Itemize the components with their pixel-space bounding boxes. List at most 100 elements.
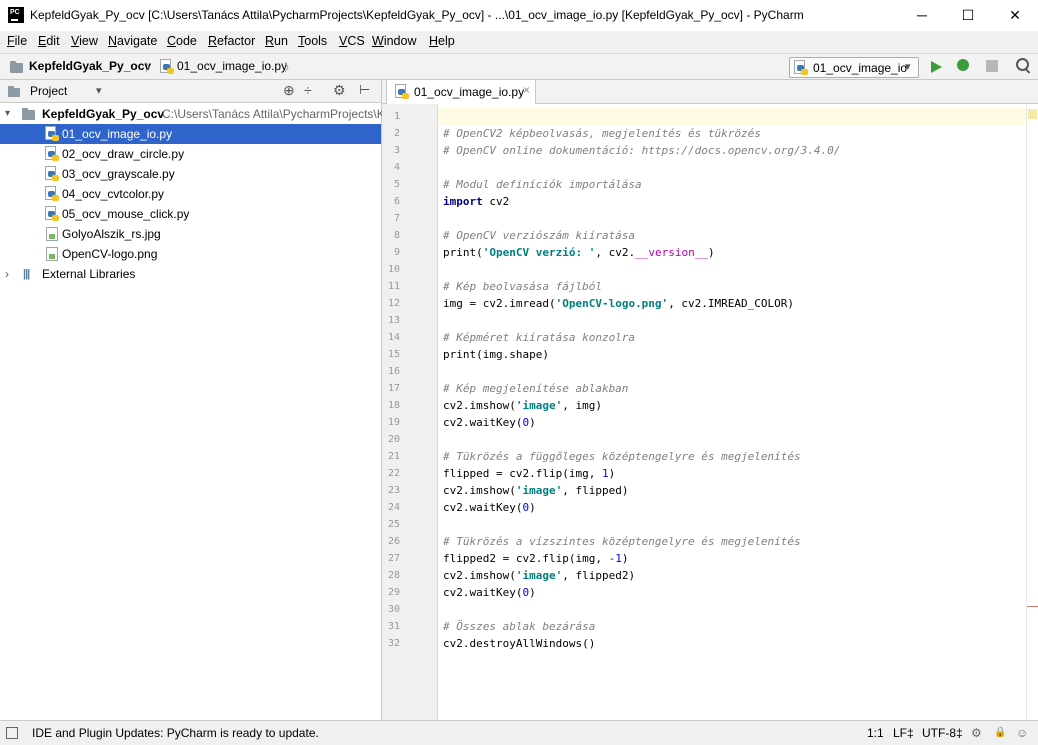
tree-item-file[interactable]: 05_ocv_mouse_click.py bbox=[0, 204, 381, 224]
code-line[interactable]: cv2.waitKey(0) bbox=[443, 414, 536, 431]
code-token: ) bbox=[621, 552, 629, 565]
line-number-gutter: 1 2 3 4 5 6 7 8 9 10 11 12 13 14 15 16 17 18 19 20 21 22 23 24 2… bbox=[382, 104, 438, 720]
line-number: 20 bbox=[387, 434, 400, 445]
code-token: 'image' bbox=[515, 399, 563, 412]
code-token: flipped2 = cv2.flip(img, bbox=[443, 552, 609, 565]
expand-arrow-icon[interactable]: › bbox=[5, 264, 9, 284]
line-number: 12 bbox=[387, 298, 400, 309]
code-line[interactable]: img = cv2.imread('OpenCV-logo.png', cv2.… bbox=[443, 295, 794, 312]
settings-icon[interactable]: ⚙ bbox=[971, 726, 982, 740]
menu-tools[interactable]: Tools bbox=[298, 34, 327, 48]
code-line[interactable]: cv2.imshow('image', img) bbox=[443, 397, 602, 414]
menu-edit[interactable]: Edit bbox=[38, 34, 60, 48]
run-configuration-select[interactable]: 01_ocv_image_io ▾ bbox=[789, 57, 919, 78]
code-token: cv2.imshow( bbox=[443, 484, 516, 497]
analysis-status-icon[interactable] bbox=[1028, 109, 1037, 119]
code-line[interactable]: print('OpenCV verzió: ', cv2.__version__… bbox=[443, 244, 715, 261]
code-line[interactable]: # OpenCV online dokumentáció: https://do… bbox=[443, 142, 840, 159]
code-line[interactable]: # Kép beolvasása fájlból bbox=[443, 278, 602, 295]
tree-item-file[interactable]: 01_ocv_image_io.py bbox=[0, 124, 381, 144]
menu-window[interactable]: Window bbox=[372, 34, 416, 48]
code-token: # Modul definíciók importálása bbox=[443, 178, 642, 191]
debug-icon[interactable] bbox=[957, 59, 969, 71]
line-number: 28 bbox=[387, 570, 400, 581]
tree-item-external-libraries[interactable]: › ||| External Libraries bbox=[0, 264, 381, 284]
code-line[interactable]: # Modul definíciók importálása bbox=[443, 176, 642, 193]
file-name: 05_ocv_mouse_click.py bbox=[62, 207, 190, 221]
code-line[interactable]: # OpenCV verziószám kiíratása bbox=[443, 227, 635, 244]
code-token: # Összes ablak bezárása bbox=[443, 620, 596, 633]
project-panel-header: Project ▾ ⊕ ÷ ⚙ ⊢ bbox=[0, 80, 381, 103]
line-number: 6 bbox=[393, 196, 400, 207]
library-icon: ||| bbox=[23, 268, 30, 280]
tool-windows-icon[interactable] bbox=[6, 727, 18, 739]
expand-arrow-icon[interactable]: ▾ bbox=[5, 104, 10, 124]
collapse-all-icon[interactable]: ÷ bbox=[304, 82, 312, 98]
code-line[interactable]: # OpenCV2 képbeolvasás, megjelenítés és … bbox=[443, 125, 761, 142]
tab-01-ocv-image-io[interactable]: 01_ocv_image_io.py × bbox=[386, 80, 536, 104]
line-number: 15 bbox=[387, 349, 400, 360]
code-line[interactable]: cv2.imshow('image', flipped2) bbox=[443, 567, 635, 584]
project-panel-title[interactable]: Project bbox=[30, 84, 67, 98]
menu-view-mnemonic: V bbox=[71, 34, 80, 48]
menu-run[interactable]: Run bbox=[265, 34, 288, 48]
code-line[interactable]: flipped = cv2.flip(img, 1) bbox=[443, 465, 615, 482]
title-bar: PC KepfeldGyak_Py_ocv [C:\Users\Tanács A… bbox=[0, 0, 1038, 31]
lock-icon[interactable]: 🔒 bbox=[994, 727, 1006, 738]
gear-icon[interactable]: ⚙ bbox=[333, 82, 346, 99]
code-line[interactable]: print(img.shape) bbox=[443, 346, 549, 363]
breadcrumb-file[interactable]: 01_ocv_image_io.py bbox=[177, 59, 287, 73]
code-token: import bbox=[443, 195, 483, 208]
tree-item-file[interactable]: GolyoAlszik_rs.jpg bbox=[0, 224, 381, 244]
chevron-down-icon[interactable]: ▾ bbox=[96, 84, 102, 97]
code-token: cv2.destroyAllWindows() bbox=[443, 637, 596, 650]
code-line[interactable]: cv2.destroyAllWindows() bbox=[443, 635, 595, 652]
hide-panel-icon[interactable]: ⊢ bbox=[359, 82, 370, 98]
code-line[interactable]: cv2.imshow('image', flipped) bbox=[443, 482, 628, 499]
menu-code[interactable]: Code bbox=[167, 34, 197, 48]
line-separator[interactable]: LF‡ bbox=[893, 726, 914, 740]
menu-view[interactable]: View bbox=[71, 34, 98, 48]
file-encoding[interactable]: UTF-8‡ bbox=[922, 726, 963, 740]
file-name: 04_ocv_cvtcolor.py bbox=[62, 187, 165, 201]
menu-edit-label: dit bbox=[46, 34, 60, 48]
code-line[interactable]: flipped2 = cv2.flip(img, -1) bbox=[443, 550, 628, 567]
tree-item-file[interactable]: 02_ocv_draw_circle.py bbox=[0, 144, 381, 164]
breadcrumb-project[interactable]: KepfeldGyak_Py_ocv bbox=[29, 59, 151, 73]
tree-root-project[interactable]: ▾ KepfeldGyak_Py_ocv C:\Users\Tanács Att… bbox=[0, 104, 385, 124]
menu-vcs[interactable]: VCS bbox=[339, 34, 365, 48]
warning-marker[interactable] bbox=[1027, 606, 1038, 607]
feedback-face-icon[interactable]: ☺ bbox=[1016, 726, 1028, 740]
code-line[interactable]: # Tükrözés a függőleges középtengelyre é… bbox=[443, 448, 801, 465]
menu-refactor[interactable]: Refactor bbox=[208, 34, 255, 48]
close-tab-icon[interactable]: × bbox=[523, 83, 530, 97]
line-number: 2 bbox=[393, 128, 400, 139]
locate-file-icon[interactable]: ⊕ bbox=[283, 82, 295, 99]
menu-file[interactable]: File bbox=[7, 34, 27, 48]
tree-item-file[interactable]: OpenCV-logo.png bbox=[0, 244, 381, 264]
menu-navigate[interactable]: Navigate bbox=[108, 34, 157, 48]
maximize-button[interactable]: ☐ bbox=[945, 0, 991, 31]
stop-icon[interactable] bbox=[986, 60, 998, 72]
search-icon[interactable] bbox=[1016, 58, 1030, 72]
code-line[interactable]: cv2.waitKey(0) bbox=[443, 584, 536, 601]
close-button[interactable]: ✕ bbox=[992, 0, 1038, 31]
code-line[interactable]: import cv2 bbox=[443, 193, 509, 210]
code-line[interactable]: cv2.waitKey(0) bbox=[443, 499, 536, 516]
code-line[interactable]: # Tükrözés a vízszintes középtengelyre é… bbox=[443, 533, 801, 550]
code-token: ) bbox=[529, 416, 536, 429]
line-number: 22 bbox=[387, 468, 400, 479]
code-editor[interactable]: # OpenCV2 képbeolvasás, megjelenítés és … bbox=[438, 104, 1026, 720]
status-message[interactable]: IDE and Plugin Updates: PyCharm is ready… bbox=[32, 726, 319, 740]
menu-help[interactable]: Help bbox=[429, 34, 455, 48]
run-icon[interactable] bbox=[931, 61, 942, 73]
error-stripe[interactable] bbox=[1026, 104, 1038, 720]
line-number: 25 bbox=[387, 519, 400, 530]
code-line[interactable]: # Összes ablak bezárása bbox=[443, 618, 595, 635]
code-line[interactable]: # Képméret kiíratása konzolra bbox=[443, 329, 635, 346]
minimize-button[interactable]: ─ bbox=[899, 0, 945, 31]
tree-item-file[interactable]: 03_ocv_grayscale.py bbox=[0, 164, 381, 184]
tree-item-file[interactable]: 04_ocv_cvtcolor.py bbox=[0, 184, 381, 204]
caret-position[interactable]: 1:1 bbox=[867, 726, 884, 740]
code-line[interactable]: # Kép megjelenítése ablakban bbox=[443, 380, 628, 397]
